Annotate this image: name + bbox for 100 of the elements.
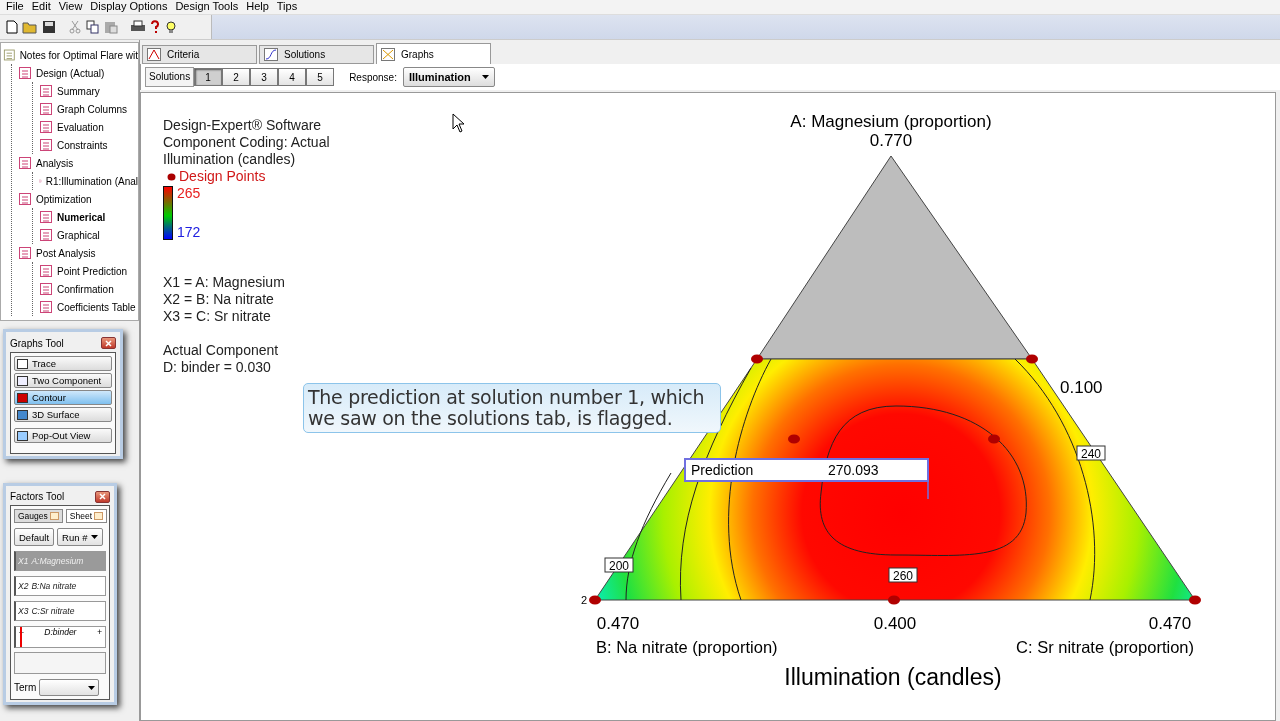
design-point — [988, 434, 1000, 444]
new-file-icon[interactable] — [6, 20, 18, 34]
tab[interactable]: Criteria — [142, 45, 257, 64]
graph-type-button[interactable]: 3D Surface — [14, 407, 112, 422]
tree-item[interactable]: Design (Actual) — [36, 67, 105, 79]
term-select[interactable] — [39, 679, 100, 696]
factor-row[interactable]: X2 B:Na nitrate — [14, 576, 106, 596]
menu-item[interactable]: Display Options — [88, 0, 174, 14]
printer-icon[interactable] — [130, 20, 146, 34]
axis-label: B: Na nitrate (proportion) — [596, 638, 778, 656]
caret-icon — [88, 685, 96, 690]
contour-label: 200 — [604, 557, 634, 573]
axis-label: C: Sr nitrate (proportion) — [1016, 638, 1194, 656]
axis-value: 0.470 — [1148, 614, 1192, 633]
slider-plus: + — [97, 627, 102, 639]
graph-type-button[interactable]: Trace — [14, 356, 112, 371]
legend-text: X1 = A: Magnesium — [163, 274, 286, 291]
close-button[interactable] — [101, 337, 116, 349]
tab[interactable]: Graphs — [376, 43, 491, 64]
input-field[interactable] — [14, 652, 106, 674]
graph-type-button[interactable]: Two Component — [14, 373, 112, 388]
legend-text: D: binder = 0.030 — [163, 359, 272, 376]
factor-name: C:Sr nitrate — [31, 606, 75, 616]
panel-title: Factors Tool — [10, 491, 65, 502]
menu-item[interactable]: View — [56, 0, 89, 14]
close-button[interactable] — [95, 490, 110, 503]
run-select[interactable]: Run # — [57, 528, 104, 546]
response-select[interactable]: Illumination — [402, 67, 495, 87]
solution-button[interactable]: 5 — [306, 68, 335, 86]
graph-type-button[interactable]: Pop-Out View — [14, 428, 112, 443]
design-point — [751, 354, 763, 364]
prediction-value: 270.093 — [828, 462, 879, 478]
legend-text: Illumination (candles) — [163, 151, 297, 168]
factor-code: X3 — [18, 606, 29, 616]
legend-text: Actual Component — [163, 342, 280, 359]
tree-item[interactable]: Evaluation — [57, 121, 104, 133]
factor-row[interactable]: X3 C:Sr nitrate — [14, 601, 106, 621]
design-point — [589, 595, 601, 605]
close-icon — [99, 493, 106, 500]
solution-button[interactable]: 2 — [222, 68, 251, 86]
caret-icon — [481, 75, 489, 79]
folder-icon — [3, 48, 16, 62]
graph-type-icon — [17, 358, 28, 369]
solution-button[interactable]: 3 — [250, 68, 279, 86]
grid-icon — [49, 512, 59, 520]
tree-item[interactable]: Graph Columns — [57, 103, 128, 115]
tree-item[interactable]: Constraints — [57, 139, 108, 151]
chart-title: Illumination (candles) — [784, 664, 1002, 690]
tab-icon — [147, 48, 161, 61]
tab-icon — [264, 48, 278, 61]
axis-value: 0.470 — [596, 614, 640, 633]
slider-thumb[interactable] — [20, 627, 23, 647]
prediction-label: Prediction — [691, 462, 754, 478]
panel-tab[interactable]: Gauges — [14, 509, 63, 523]
tree-item[interactable]: Analysis — [36, 157, 74, 169]
menu-item[interactable]: Help — [244, 0, 275, 14]
legend-text: Component Coding: Actual — [163, 134, 331, 151]
scale-max: 265 — [177, 186, 201, 201]
copy-icon[interactable] — [86, 20, 100, 34]
tree-item[interactable]: Post Analysis — [36, 247, 96, 259]
tree-item[interactable]: Confirmation — [57, 283, 114, 295]
tree-item[interactable]: Notes for Optimal Flare wit — [19, 49, 138, 61]
help-icon[interactable] — [150, 20, 160, 34]
replicate-count: 2 — [580, 594, 588, 606]
save-icon[interactable] — [42, 20, 56, 34]
menu-item[interactable]: File — [4, 0, 30, 14]
design-point — [1026, 354, 1038, 364]
lightbulb-icon[interactable] — [164, 20, 178, 34]
caret-icon — [91, 535, 99, 539]
menu-item[interactable]: Tips — [274, 0, 304, 14]
tab-icon — [381, 47, 395, 61]
tree-item[interactable]: R1:Illumination (Anal — [45, 175, 138, 187]
tree-item[interactable]: Graphical — [57, 229, 100, 241]
solution-button[interactable]: 4 — [278, 68, 307, 86]
open-folder-icon[interactable] — [22, 20, 38, 34]
grid-icon — [94, 512, 103, 520]
factor-name: B:Na nitrate — [31, 581, 77, 591]
default-button[interactable]: Default — [14, 528, 55, 546]
graph-type-button[interactable]: Contour — [14, 390, 112, 405]
solution-button[interactable]: 1 — [194, 68, 223, 86]
tree-item[interactable]: Coefficients Table — [57, 301, 136, 313]
tree-item[interactable]: Point Prediction — [57, 265, 128, 277]
panel-tab[interactable]: Sheet — [65, 509, 107, 523]
legend-text: X3 = C: Sr nitrate — [163, 308, 272, 325]
panel-title: Graphs Tool — [10, 337, 64, 349]
color-scale — [163, 186, 173, 240]
design-point — [788, 434, 800, 444]
axis-label: A: Magnesium (proportion) — [790, 112, 992, 131]
design-point-icon — [167, 172, 176, 181]
response-label: Response: — [349, 71, 397, 83]
graph-type-icon — [17, 430, 28, 441]
tab[interactable]: Solutions — [259, 45, 374, 64]
solutions-label: Solutions — [145, 67, 195, 87]
menu-item[interactable]: Edit — [29, 0, 57, 14]
menu-item[interactable]: Design Tools — [173, 0, 245, 14]
tree-item[interactable]: Summary — [57, 85, 100, 97]
tree-item[interactable]: Optimization — [36, 193, 92, 205]
legend-text: Design Points — [179, 168, 266, 185]
tree-item[interactable]: Numerical — [57, 211, 106, 223]
axis-value: 0.400 — [873, 614, 917, 633]
